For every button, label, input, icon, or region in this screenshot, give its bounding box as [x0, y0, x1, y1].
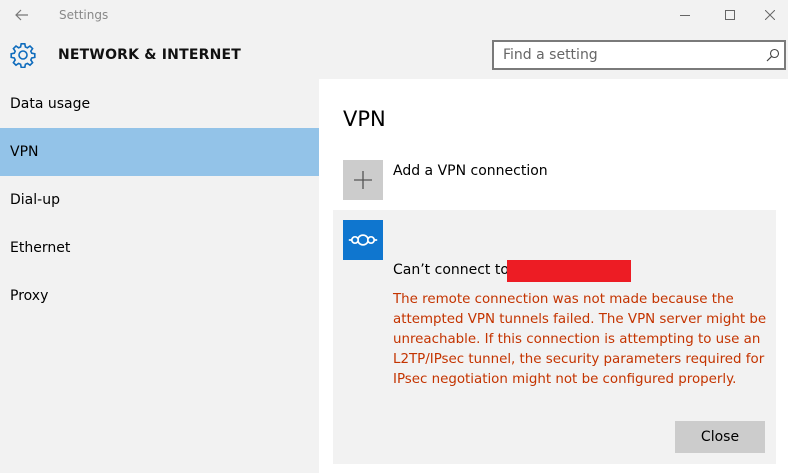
sidebar-item-label: Proxy: [10, 288, 49, 304]
plus-icon: [354, 171, 372, 189]
back-button[interactable]: [8, 4, 36, 26]
vpn-error-message: The remote connection was not made becau…: [393, 292, 767, 387]
arrow-left-icon: [15, 9, 28, 21]
sidebar-item-label: VPN: [10, 144, 39, 160]
vpn-icon: [348, 234, 378, 246]
add-vpn-connection-button[interactable]: Add a VPN connection: [343, 160, 763, 200]
gear-icon: [10, 43, 36, 68]
vpn-connection-card[interactable]: Can’t connect to The remote connection w…: [333, 210, 776, 464]
maximize-button[interactable]: [707, 0, 753, 30]
sidebar-item-label: Dial-up: [10, 192, 60, 208]
sidebar-item-label: Data usage: [10, 96, 91, 112]
sidebar-item-label: Ethernet: [10, 240, 71, 256]
close-window-button[interactable]: [752, 0, 788, 30]
page-title: VPN: [343, 107, 386, 131]
title-bar: Settings: [0, 0, 788, 30]
close-icon: [765, 10, 775, 20]
add-tile: [343, 160, 383, 200]
sidebar-item-dial-up[interactable]: Dial-up: [0, 176, 319, 224]
close-button[interactable]: Close: [675, 421, 765, 453]
window-title: Settings: [59, 8, 109, 22]
minimize-button[interactable]: [662, 0, 708, 30]
vpn-status-text: Can’t connect to: [393, 262, 509, 278]
sidebar-item-proxy[interactable]: Proxy: [0, 272, 319, 320]
add-vpn-connection-label: Add a VPN connection: [393, 163, 548, 179]
vpn-tile: [343, 220, 383, 260]
search-box[interactable]: [492, 40, 786, 70]
sidebar-item-vpn[interactable]: VPN: [0, 128, 319, 176]
sidebar-item-ethernet[interactable]: Ethernet: [0, 224, 319, 272]
sidebar: Data usage VPN Dial-up Ethernet Proxy: [0, 79, 319, 473]
redacted-connection-name: [507, 260, 631, 282]
sidebar-item-data-usage[interactable]: Data usage: [0, 80, 319, 128]
main-content: VPN Add a VPN connection Can’t connect t: [319, 79, 788, 473]
minimize-icon: [680, 15, 690, 16]
section-title: NETWORK & INTERNET: [58, 47, 242, 63]
maximize-icon: [725, 10, 735, 20]
settings-header: NETWORK & INTERNET: [0, 30, 788, 79]
search-input[interactable]: [494, 42, 764, 68]
search-icon[interactable]: [766, 48, 780, 62]
